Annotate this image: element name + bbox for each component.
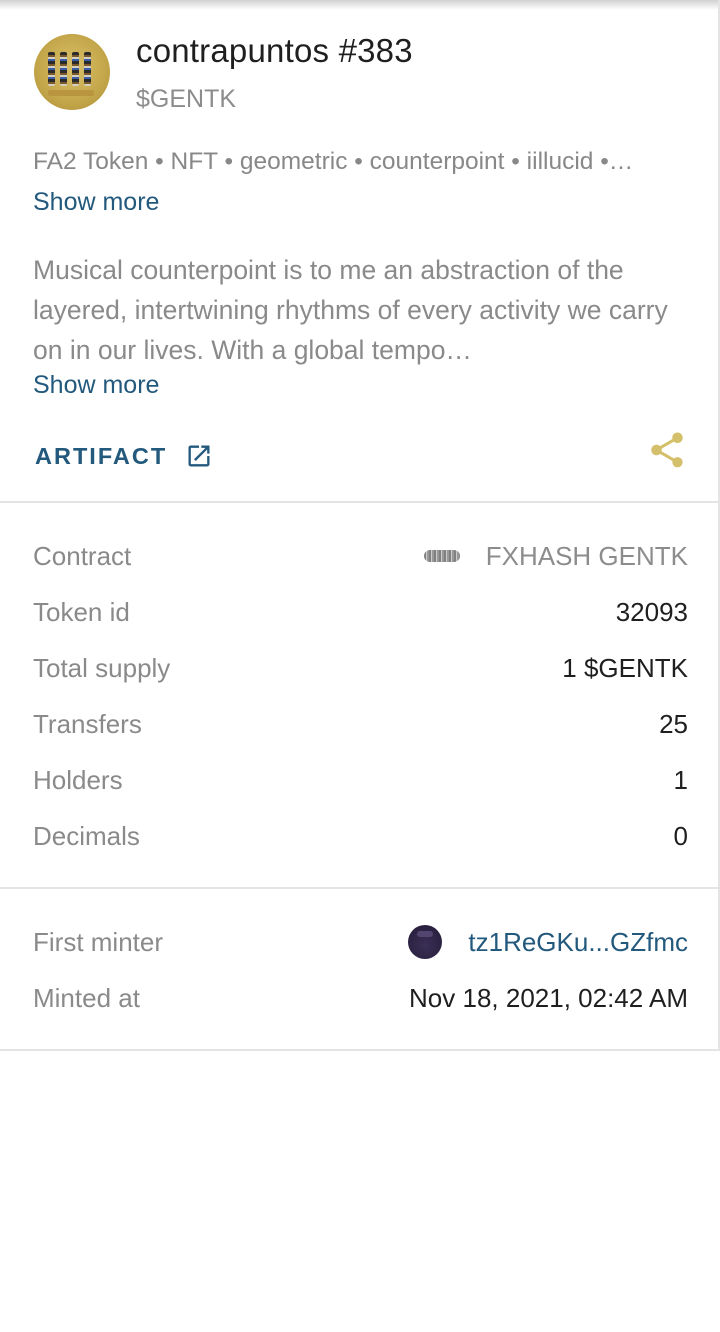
contract-label: Contract xyxy=(33,540,132,571)
detail-row-holders: Holders 1 xyxy=(33,760,688,800)
token-title: contrapuntos #383 xyxy=(136,32,413,69)
token-thumbnail[interactable] xyxy=(34,34,110,110)
artifact-label: ARTIFACT xyxy=(35,442,168,469)
minted-at-label: Minted at xyxy=(33,982,140,1013)
holders-value: 1 xyxy=(673,764,688,795)
decimals-value: 0 xyxy=(673,820,688,851)
transfers-value: 25 xyxy=(659,708,688,739)
first-minter-link[interactable]: tz1ReGKu...GZfmc xyxy=(408,925,688,959)
section-divider xyxy=(0,1049,720,1051)
contract-name: FXHASH GENTK xyxy=(485,540,688,571)
open-in-new-icon xyxy=(188,445,210,467)
minter-avatar xyxy=(408,925,443,959)
token-header: contrapuntos #383 $GENTK xyxy=(34,34,413,114)
token-id-value: 32093 xyxy=(615,596,688,627)
total-supply-label: Total supply xyxy=(33,652,171,683)
detail-row-total-supply: Total supply 1 $GENTK xyxy=(33,648,688,688)
token-description: Musical counterpoint is to me an abstrac… xyxy=(33,255,668,365)
detail-row-contract: Contract FXHASH GENTK xyxy=(33,536,688,576)
token-page: contrapuntos #383 $GENTK FA2 Token • NFT… xyxy=(0,0,720,1332)
fxhash-logo-icon xyxy=(423,548,460,564)
detail-row-token-id: Token id 32093 xyxy=(33,592,688,632)
section-divider xyxy=(0,887,720,889)
detail-row-first-minter: First minter tz1ReGKu...GZfmc xyxy=(33,922,688,962)
app-bar-shadow xyxy=(0,0,720,10)
first-minter-label: First minter xyxy=(33,926,163,957)
token-titles: contrapuntos #383 $GENTK xyxy=(136,34,413,114)
description-show-more-link[interactable]: Show more xyxy=(33,369,159,401)
tags-show-more-link[interactable]: Show more xyxy=(33,186,159,218)
transfers-label: Transfers xyxy=(33,708,142,739)
token-symbol: $GENTK xyxy=(136,85,237,113)
artifact-button[interactable]: ARTIFACT xyxy=(35,442,213,470)
share-icon[interactable] xyxy=(646,428,688,472)
contract-value[interactable]: FXHASH GENTK xyxy=(423,540,688,572)
token-id-label: Token id xyxy=(33,596,130,627)
detail-row-decimals: Decimals 0 xyxy=(33,816,688,856)
detail-row-transfers: Transfers 25 xyxy=(33,704,688,744)
decimals-label: Decimals xyxy=(33,820,140,851)
token-tags: FA2 Token • NFT • geometric • counterpoi… xyxy=(33,148,634,175)
total-supply-value: 1 $GENTK xyxy=(562,652,688,683)
section-divider xyxy=(0,501,720,503)
detail-row-minted-at: Minted at Nov 18, 2021, 02:42 AM xyxy=(33,978,688,1018)
minted-at-value: Nov 18, 2021, 02:42 AM xyxy=(409,982,688,1013)
holders-label: Holders xyxy=(33,764,123,795)
first-minter-address: tz1ReGKu...GZfmc xyxy=(468,926,688,957)
